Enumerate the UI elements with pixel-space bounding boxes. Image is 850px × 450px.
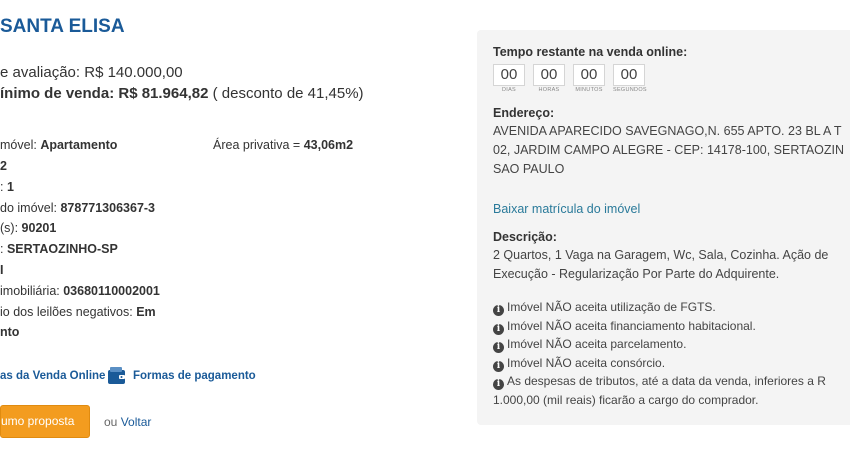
- city: : SERTAOZINHO-SP: [0, 242, 118, 256]
- notice-taxes-cont: 1.000,00 (mil reais) ficarão a cargo do …: [493, 392, 759, 407]
- property-number: do imóvel: 878771306367-3: [0, 201, 156, 215]
- address-label: Endereço:: [493, 106, 555, 120]
- property-type: móvel: Apartamento: [0, 138, 118, 152]
- evaluation-price: e avaliação: R$ 140.000,00: [0, 64, 183, 81]
- rooms: 2: [0, 159, 7, 173]
- discount-text: ( desconto de 41,45%): [212, 85, 364, 102]
- proposal-button[interactable]: umo proposta: [0, 405, 90, 438]
- office: I: [0, 263, 4, 277]
- countdown-timer: 00 DIAS 00 HORAS 00 MINUTOS 00 SEGUNDOS: [493, 64, 647, 93]
- description-line: 2 Quartos, 1 Vaga na Garagem, Wc, Sala, …: [493, 248, 829, 262]
- page-title: SANTA ELISA: [0, 16, 125, 37]
- online-sale-rules-link[interactable]: as da Venda Online: [0, 370, 105, 382]
- evaluation-label: e avaliação:: [0, 64, 81, 81]
- info-icon: i: [493, 305, 504, 316]
- notice-fgts: i Imóvel NÃO aceita utilização de FGTS.: [493, 298, 850, 317]
- wallet-icon: [108, 367, 125, 384]
- description-line: Execução - Regularização Por Parte do Ad…: [493, 267, 780, 281]
- payment-methods-link[interactable]: Formas de pagamento: [133, 370, 256, 382]
- countdown-days: 00 DIAS: [493, 64, 525, 93]
- auction-history: io dos leilões negativos: Em: [0, 305, 156, 319]
- minimum-value: R$ 81.964,82: [118, 85, 209, 102]
- notice-financing: i Imóvel NÃO aceita financiamento habitac…: [493, 317, 850, 336]
- countdown-minutes: 00 MINUTOS: [573, 64, 605, 93]
- address-line: 02, JARDIM CAMPO ALEGRE - CEP: 14178-100…: [493, 143, 845, 157]
- parking: : 1: [0, 180, 14, 194]
- minimum-price: ínimo de venda: R$ 81.964,82 ( desconto …: [0, 85, 364, 102]
- auction-history-cont: nto: [0, 325, 20, 339]
- notice-taxes: i As despesas de tributos, até a data da …: [493, 372, 850, 391]
- download-matricula-link[interactable]: Baixar matrícula do imóvel: [493, 202, 640, 216]
- address-line: SAO PAULO: [493, 162, 565, 176]
- info-icon: i: [493, 323, 504, 335]
- registry: (s): 90201: [0, 221, 57, 235]
- back-link[interactable]: Voltar: [121, 415, 152, 429]
- notice-installments: i Imóvel NÃO aceita parcelamento.: [493, 335, 850, 354]
- notice-consortium: i Imóvel NÃO aceita consórcio.: [493, 354, 850, 373]
- countdown-seconds: 00 SEGUNDOS: [613, 64, 647, 93]
- real-estate-registration: imobiliária: 03680110002001: [0, 284, 160, 298]
- countdown-hours: 00 HORAS: [533, 64, 565, 93]
- sale-info-panel: Tempo restante na venda online: 00 DIAS …: [477, 30, 850, 425]
- evaluation-value: R$ 140.000,00: [84, 64, 183, 81]
- private-area: Área privativa = 43,06m2: [213, 138, 354, 152]
- info-icon: i: [493, 342, 504, 353]
- info-icon: i: [493, 360, 504, 372]
- countdown-title: Tempo restante na venda online:: [493, 45, 688, 59]
- minimum-label: ínimo de venda:: [0, 85, 115, 102]
- description-label: Descrição:: [493, 230, 557, 244]
- info-icon: i: [493, 379, 504, 390]
- address-line: AVENIDA APARECIDO SAVEGNAGO,N. 655 APTO.…: [493, 124, 842, 138]
- or-back: ou Voltar: [104, 415, 152, 429]
